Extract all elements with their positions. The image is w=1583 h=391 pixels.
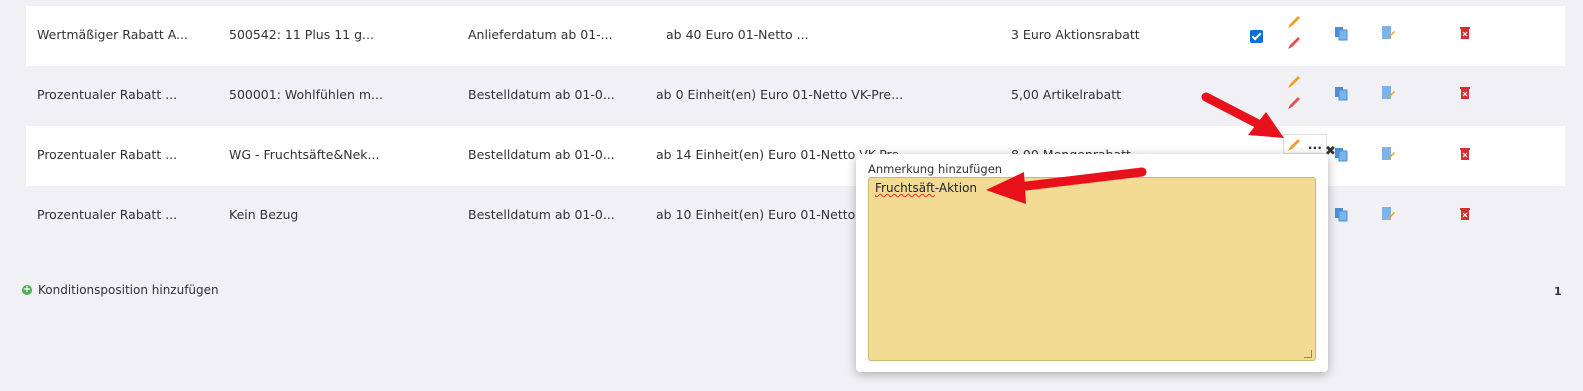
copy-icon[interactable] [1333, 206, 1349, 222]
copy-icon[interactable] [1333, 85, 1349, 101]
note-text-misspelled: Fruchtsäft [875, 181, 935, 195]
edit-note-icon[interactable] [1380, 206, 1396, 222]
row-type: Prozentualer Rabatt ... [37, 147, 178, 162]
row-result: 5,00 Artikelrabatt [1011, 87, 1122, 102]
row-quantity: ab 0 Einheit(en) Euro 01-Netto VK-Pre... [656, 87, 904, 102]
note-textarea[interactable]: Fruchtsäft-Aktion [868, 177, 1316, 361]
note-popup: Anmerkung hinzufügen Fruchtsäft-Aktion [856, 154, 1328, 372]
pencil-icon[interactable] [1286, 35, 1302, 51]
row-type: Wertmäßiger Rabatt A... [37, 27, 188, 42]
row-date: Anlieferdatum ab 01-... [468, 27, 613, 42]
row-date: Bestelldatum ab 01-0... [468, 87, 615, 102]
row-result: 3 Euro Aktionsrabatt [1011, 27, 1140, 42]
plus-icon: + [22, 284, 32, 295]
note-text-rest: -Aktion [934, 181, 978, 195]
trash-icon[interactable] [1457, 146, 1473, 162]
popup-label: Anmerkung hinzufügen [868, 162, 1003, 176]
pencil-icon [1288, 139, 1300, 151]
add-condition-link[interactable]: + Konditionsposition hinzufügen [22, 283, 219, 297]
row-quantity: ab 10 Einheit(en) Euro 01-Netto [656, 207, 856, 222]
inline-edit-box[interactable]: ... [1283, 134, 1327, 154]
copy-icon[interactable] [1333, 25, 1349, 41]
resize-handle[interactable] [1304, 350, 1312, 358]
pencil-icon[interactable] [1286, 95, 1302, 111]
row-checkbox[interactable] [1250, 30, 1263, 43]
page-number[interactable]: 1 [1554, 285, 1562, 298]
trash-icon[interactable] [1457, 25, 1473, 41]
row-reference: 500542: 11 Plus 11 g... [229, 27, 374, 42]
row-reference: Kein Bezug [229, 207, 299, 222]
row-reference: 500001: Wohlfühlen m... [229, 87, 383, 102]
pencil-icon[interactable] [1286, 14, 1302, 30]
pencil-icon[interactable] [1286, 74, 1302, 90]
add-condition-label: Konditionsposition hinzufügen [38, 283, 219, 297]
row-date: Bestelldatum ab 01-0... [468, 147, 615, 162]
row-reference: WG - Fruchtsäfte&Nek... [229, 147, 380, 162]
row-type: Prozentualer Rabatt ... [37, 207, 178, 222]
trash-icon[interactable] [1457, 85, 1473, 101]
trash-icon[interactable] [1457, 206, 1473, 222]
edit-note-icon[interactable] [1380, 146, 1396, 162]
row-date: Bestelldatum ab 01-0... [468, 207, 615, 222]
edit-ellipsis: ... [1307, 136, 1322, 152]
row-quantity: ab 40 Euro 01-Netto ... [666, 27, 809, 42]
row-type: Prozentualer Rabatt ... [37, 87, 178, 102]
edit-note-icon[interactable] [1380, 25, 1396, 41]
edit-note-icon[interactable] [1380, 85, 1396, 101]
